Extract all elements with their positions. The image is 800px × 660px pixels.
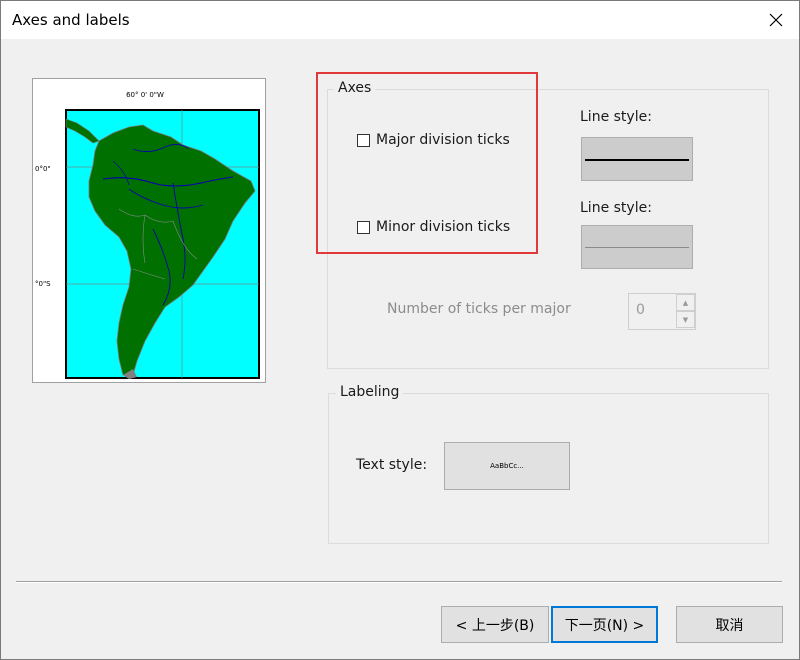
preview-left-label-1: 0°0" [35,165,51,173]
text-style-sample: AaBbCc... [490,462,524,470]
back-button[interactable]: < 上一步(B) [441,606,549,643]
close-button[interactable] [753,1,799,39]
next-button[interactable]: 下一页(N) > [551,606,658,643]
window-title: Axes and labels [12,11,130,29]
annotation-highlight-box [316,72,538,254]
title-bar: Axes and labels [1,1,799,39]
cancel-button[interactable]: 取消 [676,606,783,643]
labeling-group-label: Labeling [336,384,404,400]
chevron-down-icon: ▼ [682,315,689,324]
text-style-button[interactable]: AaBbCc... [444,442,570,490]
ticks-per-major-label: Number of ticks per major [387,301,571,317]
spin-down-button[interactable]: ▼ [676,311,695,328]
close-icon [769,13,783,27]
text-style-label: Text style: [356,457,428,473]
major-line-sample [585,159,689,161]
map-preview: 60° 0' 0"W 0°0" °0"S [32,78,266,383]
ticks-per-major-spinner[interactable]: 0 ▲ ▼ [628,293,696,330]
ticks-per-major-value[interactable]: 0 [636,302,645,318]
minor-line-style-label: Line style: [580,200,652,216]
chevron-up-icon: ▲ [682,298,689,307]
footer-separator [16,581,782,583]
major-line-style-label: Line style: [580,109,652,125]
minor-line-sample [585,247,689,248]
spin-up-button[interactable]: ▲ [676,294,695,311]
preview-left-label-2: °0"S [35,280,51,288]
axes-and-labels-dialog: Axes and labels 60° 0' 0"W 0°0" °0"S Axe… [0,0,800,660]
preview-top-label: 60° 0' 0"W [126,91,164,99]
minor-line-style-button[interactable] [581,225,693,269]
major-line-style-button[interactable] [581,137,693,181]
